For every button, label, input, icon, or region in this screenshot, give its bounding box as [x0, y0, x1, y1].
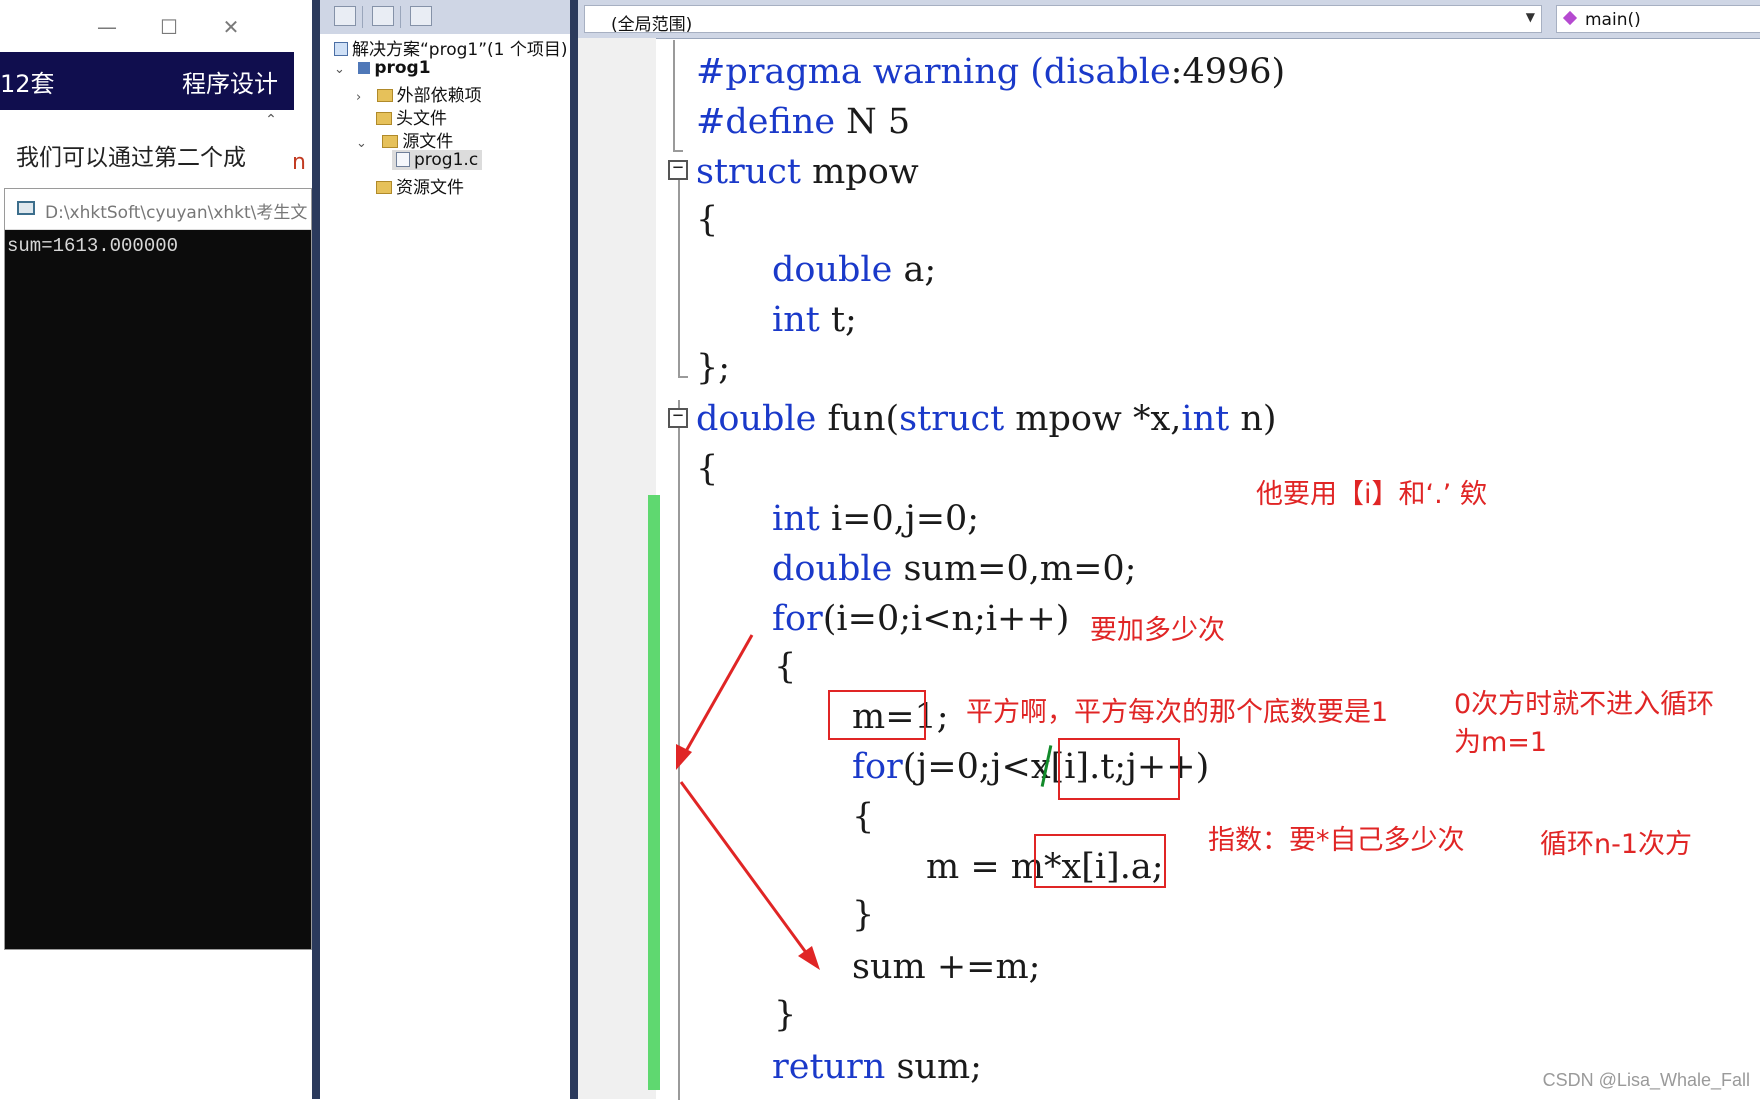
- arrow-head-down: [798, 946, 820, 970]
- arrow-line-down: [679, 781, 812, 959]
- annotation-arrows: [676, 634, 820, 970]
- arrow-line-up: [679, 634, 754, 761]
- watermark: CSDN @Lisa_Whale_Fall: [1542, 1070, 1750, 1090]
- arrow-head-up: [676, 744, 692, 770]
